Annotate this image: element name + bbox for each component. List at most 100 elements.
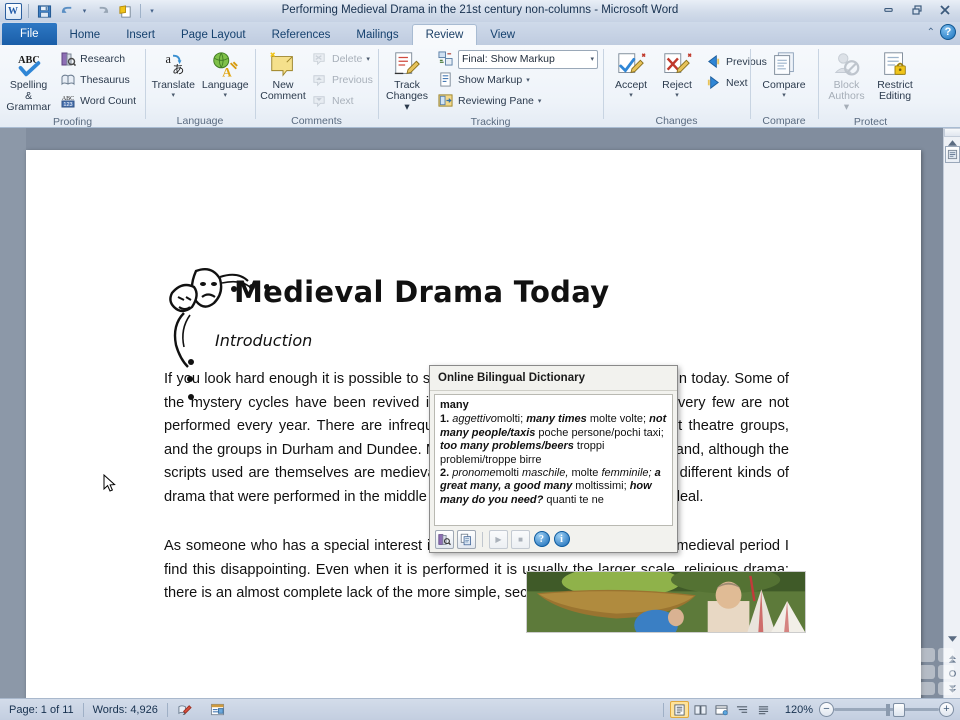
copy-button[interactable] <box>457 529 476 549</box>
tab-page-layout[interactable]: Page Layout <box>168 24 259 45</box>
word-count-indicator[interactable]: Words: 4,926 <box>84 700 167 720</box>
undo-button[interactable] <box>57 2 77 20</box>
delete-comment-label: Delete <box>332 53 363 65</box>
tab-references[interactable]: References <box>259 24 344 45</box>
word-count-icon: ABC 123 <box>60 93 76 109</box>
track-changes-button[interactable]: Track Changes ▾ <box>383 48 431 115</box>
research-options-button[interactable] <box>435 529 454 549</box>
group-label-comments: Comments <box>291 115 342 127</box>
zoom-out-button[interactable]: − <box>819 702 834 717</box>
reject-caret-icon: ▾ <box>675 92 679 99</box>
thesaurus-button[interactable]: Thesaurus <box>56 70 140 90</box>
display-for-review-dropdown[interactable]: Final: Show Markup ▾ <box>458 49 598 69</box>
print-layout-icon <box>674 703 685 716</box>
display-for-review-value: Final: Show Markup <box>462 53 555 65</box>
document-photo[interactable] <box>526 571 806 633</box>
play-button[interactable]: ▶ <box>489 529 508 549</box>
reviewing-pane-button[interactable]: Reviewing Pane ▾ <box>434 91 598 111</box>
tab-home[interactable]: Home <box>57 24 114 45</box>
zoom-level-label[interactable]: 120% <box>779 704 819 716</box>
draft-view-button[interactable] <box>754 701 773 718</box>
close-button[interactable] <box>931 1 958 18</box>
tab-view[interactable]: View <box>477 24 528 45</box>
minimize-button[interactable] <box>875 1 902 18</box>
full-screen-reading-button[interactable] <box>691 701 710 718</box>
show-markup-button[interactable]: Show Markup ▾ <box>434 70 598 90</box>
quick-print-icon <box>118 4 131 18</box>
language-button[interactable]: A Language ▾ <box>201 48 250 101</box>
show-markup-icon <box>438 72 454 88</box>
delete-caret-icon: ▾ <box>366 56 370 63</box>
page-indicator[interactable]: Page: 1 of 11 <box>0 700 83 720</box>
info-icon: i <box>553 531 570 547</box>
reject-button[interactable]: Reject ▾ <box>654 48 700 101</box>
next-comment-icon <box>312 93 328 109</box>
research-button[interactable]: Research <box>56 49 140 69</box>
web-layout-icon <box>715 704 728 715</box>
redo-button[interactable] <box>92 2 112 20</box>
undo-dropdown-button[interactable]: ▾ <box>80 2 89 20</box>
word-logo-button[interactable]: W <box>3 2 23 20</box>
customize-qat-button[interactable]: ▾ <box>146 2 158 20</box>
zoom-slider[interactable] <box>834 702 939 717</box>
tab-mailings[interactable]: Mailings <box>343 24 411 45</box>
proofing-errors-button[interactable] <box>168 700 201 720</box>
track-changes-icon <box>392 50 422 80</box>
save-button[interactable] <box>34 2 54 20</box>
title-bar: W ▾ ▾ Performing Medieval Drama in the 2… <box>0 0 960 22</box>
redo-icon <box>99 6 108 13</box>
web-layout-button[interactable] <box>712 701 731 718</box>
tab-file[interactable]: File <box>2 23 57 45</box>
display-for-review-icon <box>438 51 454 67</box>
restore-button[interactable] <box>903 1 930 18</box>
help-button[interactable]: ? <box>940 24 956 40</box>
split-window-handle[interactable] <box>944 128 960 137</box>
minimize-icon <box>884 8 893 12</box>
document-canvas[interactable]: Medieval Drama Today Introduction If you… <box>0 128 960 698</box>
dictionary-info-button[interactable]: i <box>553 531 570 548</box>
outline-view-button[interactable] <box>733 701 752 718</box>
previous-comment-icon <box>312 72 328 88</box>
entry-2-pos: pronome <box>452 467 496 480</box>
thesaurus-icon <box>60 72 76 88</box>
ribbon-right-controls: ⌃ ? <box>927 24 956 40</box>
tab-insert[interactable]: Insert <box>113 24 168 45</box>
accept-button[interactable]: Accept ▾ <box>608 48 654 101</box>
collapse-ribbon-button[interactable]: ⌃ <box>927 27 935 38</box>
track-changes-status-button[interactable] <box>201 700 234 720</box>
dictionary-definition-area[interactable]: many 1. aggettivomolti; many times molte… <box>434 394 673 526</box>
dictionary-help-button[interactable]: ? <box>533 531 550 548</box>
vertical-scrollbar[interactable] <box>943 128 960 698</box>
scroll-up-button[interactable] <box>944 139 960 146</box>
online-bilingual-dictionary-popup[interactable]: Online Bilingual Dictionary many 1. agge… <box>429 365 678 553</box>
quick-print-button[interactable] <box>115 2 135 20</box>
chevron-down-icon: ▾ <box>150 8 154 15</box>
select-browse-object-top[interactable] <box>945 146 960 163</box>
block-authors-icon <box>832 50 862 80</box>
next-change-icon <box>706 75 722 91</box>
restrict-editing-button[interactable]: Restrict Editing <box>872 48 918 104</box>
zoom-slider-thumb[interactable] <box>893 702 905 717</box>
translate-button[interactable]: a あ Translate ▾ <box>150 48 197 101</box>
print-layout-view-button[interactable] <box>669 701 689 718</box>
copy-icon <box>460 533 471 545</box>
chevron-down-icon: ▾ <box>590 56 594 63</box>
reject-change-icon <box>662 50 692 80</box>
scroll-down-button[interactable] <box>944 631 960 646</box>
delete-comment-button[interactable]: Delete ▾ <box>308 49 377 69</box>
new-comment-button[interactable]: New Comment <box>260 48 306 104</box>
tab-review[interactable]: Review <box>411 24 478 45</box>
stop-button[interactable]: ■ <box>511 529 530 549</box>
word-count-button[interactable]: ABC 123 Word Count <box>56 91 140 111</box>
zoom-in-button[interactable]: + <box>939 702 954 717</box>
reviewing-pane-caret-icon: ▾ <box>537 98 542 105</box>
compare-button[interactable]: Compare ▾ <box>758 48 809 101</box>
block-authors-button[interactable]: Block Authors ▾ <box>823 48 870 115</box>
document-subheading: Introduction <box>215 331 313 350</box>
previous-comment-button[interactable]: Previous <box>308 70 377 90</box>
translate-icon: a あ <box>158 50 188 80</box>
quick-access-toolbar: W ▾ ▾ <box>0 2 158 20</box>
spelling-grammar-button[interactable]: ABC Spelling & Grammar <box>5 48 52 115</box>
next-comment-button[interactable]: Next <box>308 91 377 111</box>
new-comment-icon <box>268 50 298 80</box>
